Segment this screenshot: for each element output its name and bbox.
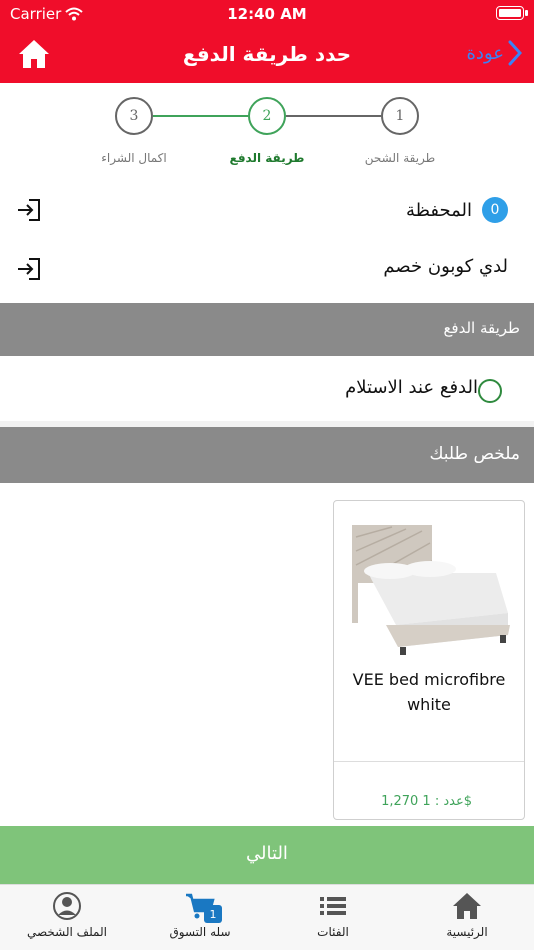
coupon-label: لدي كوبون خصم	[383, 256, 508, 277]
coupon-row[interactable]: لدي كوبون خصم	[0, 240, 534, 298]
card-divider	[334, 761, 524, 762]
home-icon	[453, 893, 481, 919]
tab-bar: الملف الشخصي 1 سله التسوق الفئات الرئيسي…	[0, 884, 534, 950]
cart-count-badge: 1	[204, 905, 222, 923]
step-connector-done	[153, 115, 248, 117]
tab-home-label: الرئيسية	[446, 925, 488, 939]
step-2-circle: 2	[248, 97, 286, 135]
back-button[interactable]: عودة	[466, 40, 522, 66]
summary-section-title: ملخص طلبك	[429, 444, 520, 464]
clock: 12:40 AM	[227, 5, 307, 23]
wallet-row[interactable]: المحفظة 0	[0, 181, 534, 239]
tab-profile-label: الملف الشخصي	[27, 925, 107, 939]
profile-icon	[53, 892, 81, 920]
login-icon[interactable]	[16, 257, 42, 281]
step-3-label: اكمال الشراء	[101, 151, 167, 165]
product-name: VEE bed microfibre white	[352, 670, 506, 714]
payment-section-title: طريقة الدفع	[443, 319, 520, 337]
page-title: حدد طريقة الدفع	[182, 42, 352, 66]
next-button[interactable]: التالي	[0, 826, 534, 884]
cart-icon-wrap: 1	[184, 891, 222, 923]
payment-section-header: طريقة الدفع	[0, 303, 534, 356]
summary-section-header: ملخص طلبك	[0, 427, 534, 483]
nav-bar: حدد طريقة الدفع عودة	[0, 28, 534, 80]
tab-cart-label: سله التسوق	[169, 925, 231, 939]
product-card[interactable]: VEE bed microfibre white عدد : 1 1,270$	[333, 500, 525, 820]
tab-categories[interactable]: الفئات	[273, 891, 393, 939]
back-label: عودة	[466, 42, 505, 64]
chevron-right-icon	[508, 40, 522, 66]
step-2-label: طريقة الدفع	[229, 151, 305, 165]
product-price-line: عدد : 1 1,270$	[373, 794, 472, 809]
step-1-label: طريقة الشحن	[364, 151, 436, 165]
step-3-circle: 3	[115, 97, 153, 135]
step-connector-pending	[286, 115, 381, 117]
wallet-balance-badge: 0	[482, 197, 508, 223]
cash-on-delivery-option[interactable]: الدفع عند الاستلام	[0, 357, 534, 421]
tab-profile[interactable]: الملف الشخصي	[7, 891, 127, 939]
tab-home[interactable]: الرئيسية	[407, 891, 527, 939]
tab-cart[interactable]: 1 سله التسوق	[140, 891, 260, 939]
radio-button[interactable]	[478, 379, 502, 403]
product-image	[352, 525, 510, 655]
product-quantity: عدد : 1	[422, 794, 464, 809]
checkout-content: 3 2 1 اكمال الشراء طريقة الدفع طريقة الش…	[0, 83, 534, 826]
status-bar: Carrier 12:40 AM	[0, 4, 534, 24]
list-icon	[320, 897, 346, 915]
step-1-circle: 1	[381, 97, 419, 135]
tab-categories-label: الفئات	[317, 925, 349, 939]
cash-on-delivery-label: الدفع عند الاستلام	[345, 377, 478, 398]
battery-icon	[496, 6, 528, 20]
wallet-label: المحفظة	[405, 199, 472, 221]
checkout-stepper: 3 2 1 اكمال الشراء طريقة الدفع طريقة الش…	[0, 83, 534, 181]
login-icon[interactable]	[16, 198, 42, 222]
top-bar: Carrier 12:40 AM حدد طريقة الدفع عودة	[0, 0, 534, 83]
